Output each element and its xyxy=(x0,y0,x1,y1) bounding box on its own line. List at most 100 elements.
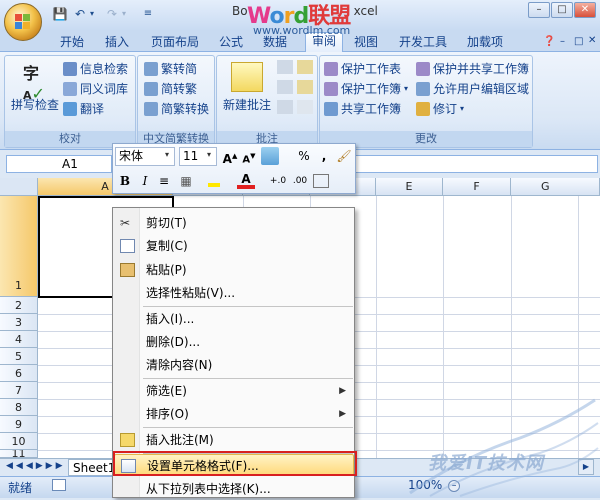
new-comment-icon[interactable] xyxy=(231,62,263,92)
row-header-9[interactable]: 9 xyxy=(0,416,38,433)
undo-icon[interactable]: ↶ xyxy=(72,6,88,22)
format-painter-icon[interactable]: 🖌 xyxy=(335,147,353,165)
menu-item-insert[interactable]: 插入(I)... xyxy=(114,308,354,330)
row-header-2[interactable]: 2 xyxy=(0,297,38,314)
show-comment-icon[interactable] xyxy=(297,60,313,74)
menu-item-insert-comment[interactable]: 插入批注(M) xyxy=(114,429,354,451)
tab-insert[interactable]: 插入 xyxy=(105,34,129,52)
next-comment-icon[interactable] xyxy=(277,100,293,114)
row-header-3[interactable]: 3 xyxy=(0,314,38,331)
customize-toolbar-icon[interactable]: ≡ xyxy=(140,6,156,22)
comma-style-button[interactable]: , xyxy=(315,147,333,165)
tab-add-ins[interactable]: 加载项 xyxy=(467,34,503,52)
row-header-6[interactable]: 6 xyxy=(0,365,38,382)
column-header-f[interactable]: F xyxy=(443,178,511,196)
row-header-10[interactable]: 10 xyxy=(0,433,38,450)
increase-decimal-icon[interactable]: +.0 xyxy=(269,172,287,190)
menu-item-paste-special[interactable]: 选择性粘贴(V)... xyxy=(114,282,354,304)
redo-icon[interactable]: ↷ xyxy=(104,6,120,22)
font-color-icon[interactable]: A xyxy=(237,172,255,189)
currency-format-icon[interactable] xyxy=(261,147,279,165)
undo-dropdown-icon[interactable]: ▾ xyxy=(88,6,96,22)
menu-item-sort[interactable]: 排序(O) ▶ xyxy=(114,403,354,425)
ribbon-restore-icon[interactable]: □ xyxy=(574,36,583,47)
tab-page-layout[interactable]: 页面布局 xyxy=(151,34,199,52)
menu-item-filter[interactable]: 筛选(E) ▶ xyxy=(114,380,354,402)
share-workbook-icon xyxy=(324,101,338,116)
scroll-right-icon[interactable]: ▶ xyxy=(578,459,594,475)
italic-button[interactable]: I xyxy=(136,172,154,190)
translate-button[interactable]: 翻译 xyxy=(63,100,104,117)
font-size-select[interactable]: 11 xyxy=(179,147,217,166)
menu-item-clear-contents[interactable]: 清除内容(N) xyxy=(114,354,354,376)
protect-workbook-button[interactable]: 保护工作簿 ▾ xyxy=(324,80,408,97)
select-all-corner[interactable] xyxy=(0,178,38,196)
row-header-7[interactable]: 7 xyxy=(0,382,38,399)
tab-home[interactable]: 开始 xyxy=(60,34,84,52)
protect-sheet-button[interactable]: 保护工作表 xyxy=(324,60,401,77)
menu-item-pick-from-list[interactable]: 从下拉列表中选择(K)... xyxy=(114,478,354,500)
tab-developer[interactable]: 开发工具 xyxy=(399,34,447,52)
shrink-font-icon[interactable]: A▼ xyxy=(240,147,258,165)
chevron-down-icon[interactable]: ▾ xyxy=(207,150,211,159)
submenu-arrow-icon: ▶ xyxy=(339,386,346,396)
previous-comment-icon[interactable] xyxy=(277,80,293,94)
redo-dropdown-icon[interactable]: ▾ xyxy=(120,6,128,22)
show-all-comments-icon[interactable] xyxy=(297,80,313,94)
allow-edit-icon xyxy=(416,81,430,96)
grow-font-icon[interactable]: A▲ xyxy=(221,147,239,166)
macro-record-icon[interactable] xyxy=(52,479,66,491)
decrease-decimal-icon[interactable]: .00 xyxy=(291,172,309,190)
menu-item-copy[interactable]: 复制(C) xyxy=(114,235,354,257)
maximize-button[interactable]: □ xyxy=(551,2,573,18)
column-header-g[interactable]: G xyxy=(511,178,600,196)
percent-style-button[interactable]: % xyxy=(295,147,313,165)
formula-input[interactable] xyxy=(354,155,598,173)
menu-item-delete[interactable]: 删除(D)... xyxy=(114,331,354,353)
row-header-11[interactable]: 11 xyxy=(0,450,38,458)
help-icon[interactable]: ❓ xyxy=(543,36,555,47)
watermark-url: www.wordlm.com xyxy=(253,24,351,37)
merge-cells-icon[interactable] xyxy=(313,174,329,188)
share-workbook-button[interactable]: 共享工作簿 xyxy=(324,100,401,117)
row-header-1[interactable]: 1 xyxy=(0,196,38,297)
to-traditional-button[interactable]: 简转繁 xyxy=(144,80,197,97)
office-button[interactable] xyxy=(4,3,42,41)
ribbon-close-icon[interactable]: ✕ xyxy=(588,35,596,46)
align-center-icon[interactable]: ≡ xyxy=(155,172,173,190)
row-header-4[interactable]: 4 xyxy=(0,331,38,348)
borders-icon[interactable]: ▦ xyxy=(177,172,195,190)
menu-item-paste[interactable]: 粘贴(P) xyxy=(114,259,354,281)
thesaurus-button[interactable]: 同义词库 xyxy=(63,80,128,97)
delete-comment-icon[interactable] xyxy=(277,60,293,74)
menu-item-cut[interactable]: ✂ 剪切(T) xyxy=(114,212,354,234)
save-icon[interactable]: 💾 xyxy=(52,6,68,22)
conversion-button[interactable]: 简繁转换 xyxy=(144,100,209,117)
tab-view[interactable]: 视图 xyxy=(354,34,378,52)
zoom-out-icon[interactable]: – xyxy=(448,480,460,492)
new-comment-button[interactable]: 新建批注 xyxy=(223,96,271,113)
row-header-8[interactable]: 8 xyxy=(0,399,38,416)
to-traditional-icon xyxy=(144,81,158,96)
research-button[interactable]: 信息检索 xyxy=(63,60,128,77)
minimize-button[interactable]: – xyxy=(528,2,550,18)
chevron-down-icon: ▾ xyxy=(404,84,409,93)
row-header-5[interactable]: 5 xyxy=(0,348,38,365)
sheet-tab[interactable]: Sheet1 xyxy=(68,459,118,476)
to-simplified-button[interactable]: 繁转简 xyxy=(144,60,197,77)
sheet-nav-icons[interactable]: ◀◀◀▶▶▶ xyxy=(6,461,66,471)
show-ink-icon[interactable] xyxy=(297,100,313,114)
spell-check-label[interactable]: 拼写检查 xyxy=(11,96,59,113)
column-header-e[interactable]: E xyxy=(376,178,443,196)
chevron-down-icon[interactable]: ▾ xyxy=(165,150,169,159)
ribbon-minimize-icon[interactable]: – xyxy=(560,36,565,47)
name-box[interactable]: A1 xyxy=(6,155,112,173)
fill-color-icon[interactable] xyxy=(205,172,223,190)
bold-button[interactable]: B xyxy=(116,172,134,190)
tab-formulas[interactable]: 公式 xyxy=(219,34,243,52)
close-button[interactable]: ✕ xyxy=(574,2,596,18)
allow-edit-ranges-button[interactable]: 允许用户编辑区域 xyxy=(416,80,529,97)
zoom-level[interactable]: 100% xyxy=(408,478,442,492)
track-changes-button[interactable]: 修订 ▾ xyxy=(416,100,464,117)
protect-and-share-button[interactable]: 保护并共享工作簿 xyxy=(416,60,529,77)
